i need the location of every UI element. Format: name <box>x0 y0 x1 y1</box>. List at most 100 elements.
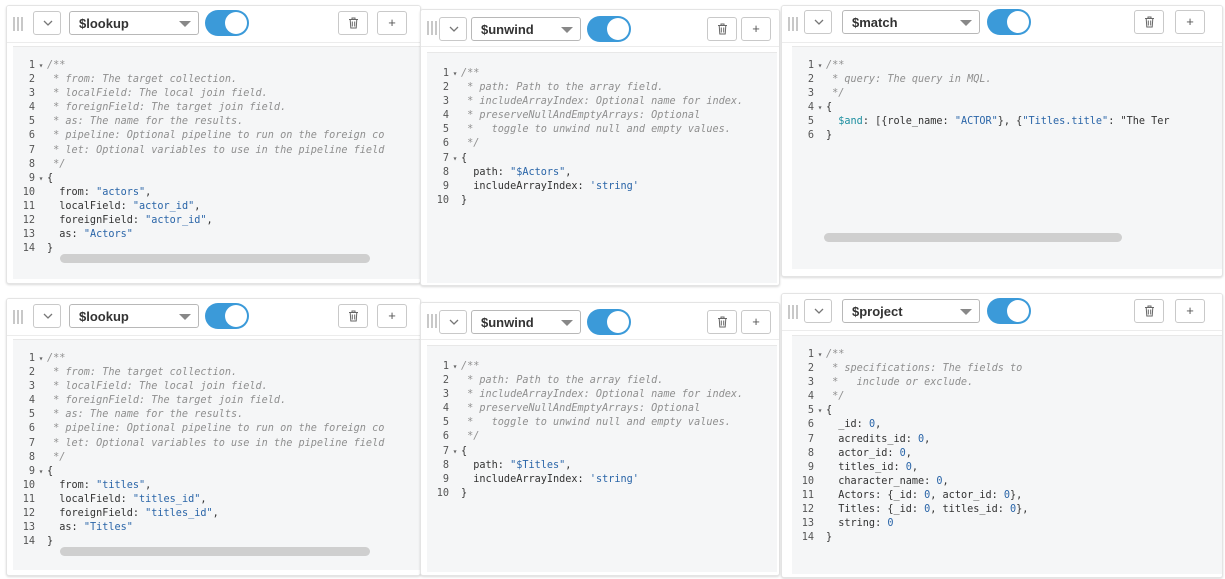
drag-handle-icon[interactable] <box>788 17 798 31</box>
code-line: 8 */ <box>13 158 384 172</box>
dropdown-arrow-icon <box>179 21 191 27</box>
operator-select[interactable]: $lookup <box>69 11 199 35</box>
delete-stage-button[interactable] <box>338 304 368 328</box>
drag-handle-icon[interactable] <box>427 21 437 35</box>
code-text: * foreignField: The target join field. <box>47 395 287 407</box>
code-text: as: "Actors" <box>47 229 133 241</box>
add-stage-button[interactable]: + <box>741 310 771 334</box>
collapse-button[interactable] <box>33 304 61 328</box>
fold-arrow-icon[interactable]: ▾ <box>35 59 47 73</box>
code-text: * pipeline: Optional pipeline to run on … <box>47 130 385 142</box>
code-text: * preserveNullAndEmptyArrays: Optional <box>461 403 701 415</box>
fold-arrow-icon[interactable]: ▾ <box>35 465 47 479</box>
horizontal-scrollbar[interactable] <box>60 254 370 263</box>
stage-enabled-toggle[interactable] <box>205 303 249 329</box>
toggle-knob <box>607 18 629 40</box>
line-number: 6 <box>28 423 35 435</box>
drag-handle-icon[interactable] <box>427 314 437 328</box>
operator-select[interactable]: $unwind <box>471 17 581 41</box>
fold-arrow-icon[interactable]: ▾ <box>35 352 47 366</box>
operator-select[interactable]: $lookup <box>69 304 199 328</box>
add-stage-button[interactable]: + <box>377 11 407 35</box>
fold-arrow-icon[interactable]: ▾ <box>449 445 461 459</box>
code-line: 5 * toggle to unwind null and empty valu… <box>427 123 743 137</box>
delete-stage-button[interactable] <box>707 17 737 41</box>
code-line: 4 ▾{ <box>792 101 1170 115</box>
code-editor[interactable]: 1 ▾/** 2 * from: The target collection. 3 *… <box>13 339 420 570</box>
fold-arrow-icon[interactable]: ▾ <box>814 404 826 418</box>
fold-arrow-icon[interactable]: ▾ <box>814 101 826 115</box>
delete-stage-button[interactable] <box>338 11 368 35</box>
code-line: 1 ▾/** <box>792 348 1028 362</box>
code-text: Actors: {_id: 0, actor_id: 0}, <box>826 489 1023 501</box>
code-line: 9 includeArrayIndex: 'string' <box>427 180 743 194</box>
add-stage-button[interactable]: + <box>1175 10 1205 34</box>
code-text: } <box>47 536 54 548</box>
add-stage-button[interactable]: + <box>741 17 771 41</box>
line-number: 2 <box>28 367 35 379</box>
horizontal-scrollbar[interactable] <box>60 547 370 556</box>
add-stage-button[interactable]: + <box>1175 299 1205 323</box>
line-number: 4 <box>442 110 449 122</box>
collapse-button[interactable] <box>439 310 467 334</box>
fold-arrow-icon[interactable]: ▾ <box>814 59 826 73</box>
drag-handle-icon[interactable] <box>13 310 23 324</box>
chevron-down-icon <box>43 20 53 26</box>
code-text: { <box>826 102 833 114</box>
collapse-button[interactable] <box>804 299 832 323</box>
dropdown-arrow-icon <box>960 309 972 315</box>
fold-arrow-icon[interactable]: ▾ <box>814 348 826 362</box>
stage-enabled-toggle[interactable] <box>987 9 1031 35</box>
delete-stage-button[interactable] <box>1134 299 1164 323</box>
line-number: 13 <box>22 522 35 534</box>
code-text: * toggle to unwind null and empty values… <box>461 417 731 429</box>
code-editor[interactable]: 1 ▾/** 2 * path: Path to the array field. 3… <box>427 52 777 283</box>
drag-handle-icon[interactable] <box>788 305 798 319</box>
fold-arrow-icon[interactable]: ▾ <box>449 67 461 81</box>
code-line: 3 * include or exclude. <box>792 376 1028 390</box>
code-line: 1 ▾/** <box>13 59 384 73</box>
code-lines: 1 ▾/** 2 * from: The target collection. 3 *… <box>13 59 385 256</box>
stage-card-4: $lookup + 1 ▾/** 2 * from: The target coll… <box>6 298 421 576</box>
add-stage-button[interactable]: + <box>377 304 407 328</box>
code-text: as: "Titles" <box>47 522 133 534</box>
code-line: 2 * from: The target collection. <box>13 73 384 87</box>
line-number: 4 <box>442 403 449 415</box>
operator-select[interactable]: $match <box>842 10 980 34</box>
line-number: 5 <box>807 405 814 417</box>
code-text: */ <box>461 431 480 443</box>
drag-handle-icon[interactable] <box>13 17 23 31</box>
code-text: * foreignField: The target join field. <box>47 102 287 114</box>
code-text: * toggle to unwind null and empty values… <box>461 124 731 136</box>
stage-enabled-toggle[interactable] <box>205 10 249 36</box>
code-text: * pipeline: Optional pipeline to run on … <box>47 423 385 435</box>
stage-enabled-toggle[interactable] <box>587 16 631 42</box>
collapse-button[interactable] <box>804 10 832 34</box>
fold-arrow-icon[interactable]: ▾ <box>449 360 461 374</box>
code-line: 9 ▾{ <box>13 172 384 186</box>
code-line: 4 * foreignField: The target join field. <box>13 394 384 408</box>
delete-stage-button[interactable] <box>1134 10 1164 34</box>
operator-select[interactable]: $unwind <box>471 310 581 334</box>
horizontal-scrollbar[interactable] <box>824 233 1122 242</box>
code-text: localField: "titles_id", <box>47 493 207 505</box>
code-editor[interactable]: 1 ▾/** 2 * query: The query in MQL. 3 */4 ▾{… <box>792 46 1222 269</box>
code-editor[interactable]: 1 ▾/** 2 * specifications: The fields to 3 … <box>792 335 1222 574</box>
stage-enabled-toggle[interactable] <box>587 309 631 335</box>
code-text: /** <box>461 68 480 79</box>
collapse-button[interactable] <box>33 11 61 35</box>
line-number: 6 <box>807 130 814 142</box>
code-editor[interactable]: 1 ▾/** 2 * from: The target collection. 3 *… <box>13 46 420 279</box>
delete-stage-button[interactable] <box>707 310 737 334</box>
code-editor[interactable]: 1 ▾/** 2 * path: Path to the array field. 3… <box>427 345 777 572</box>
code-line: 2 * path: Path to the array field. <box>427 81 743 95</box>
fold-arrow-icon[interactable]: ▾ <box>449 152 461 166</box>
line-number: 8 <box>442 459 449 471</box>
operator-select[interactable]: $project <box>842 299 980 323</box>
stage-enabled-toggle[interactable] <box>987 298 1031 324</box>
fold-arrow-icon[interactable]: ▾ <box>35 172 47 186</box>
collapse-button[interactable] <box>439 17 467 41</box>
line-number: 7 <box>28 144 35 156</box>
stage-header: $unwind + <box>421 10 779 47</box>
line-number: 10 <box>22 479 35 491</box>
